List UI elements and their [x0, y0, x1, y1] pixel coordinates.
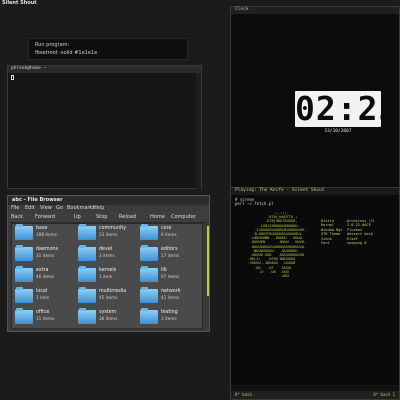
- folder-item[interactable]: testing 3 items: [140, 308, 200, 328]
- folder-item[interactable]: lib 97 items: [140, 266, 200, 286]
- folder-item[interactable]: editors 17 items: [140, 245, 200, 265]
- computer-button[interactable]: Computer: [171, 214, 196, 220]
- folder-item[interactable]: core 6 items: [140, 224, 200, 244]
- menu-edit[interactable]: Edit: [25, 205, 35, 211]
- folder-grid: base 188 items community 23 items core 6 it…: [11, 223, 203, 329]
- folder-item[interactable]: local 1 item: [15, 287, 75, 307]
- toolbar: Back Forward Up Stop Reload Home Compute…: [8, 212, 209, 223]
- home-button[interactable]: Home: [150, 214, 165, 220]
- music-terminal-window[interactable]: Playing: The Knife - Silent Shout # scre…: [230, 187, 400, 400]
- terminal-scrollbar[interactable]: [196, 73, 201, 189]
- terminal-window[interactable]: phreak@home ~: [7, 65, 202, 189]
- menu-view[interactable]: View: [40, 205, 52, 211]
- system-info-text: Distro ArchLinux (Cl Kernel 2.6.22.8ACE …: [321, 219, 376, 246]
- scrollbar-accent[interactable]: [207, 226, 209, 296]
- back-button[interactable]: Back: [11, 214, 23, 220]
- folder-icon: [15, 287, 33, 303]
- status-left: 0* bash: [235, 392, 252, 397]
- folder-icon: [140, 266, 158, 282]
- file-browser-titlebar[interactable]: abc - File Browser: [8, 196, 209, 205]
- folder-icon: [140, 245, 158, 261]
- terminal-command-2: perl ~/.fetch.pl: [235, 201, 274, 206]
- clock-title: Clock: [235, 7, 249, 12]
- clock-window[interactable]: Clock 02:23 13/10/2007: [230, 6, 400, 189]
- folder-icon: [140, 308, 158, 324]
- terminal-titlebar[interactable]: phreak@home ~: [8, 66, 201, 73]
- folder-icon: [140, 287, 158, 303]
- folder-icon: [140, 224, 158, 240]
- folder-icon: [15, 224, 33, 240]
- folder-item[interactable]: office 11 items: [15, 308, 75, 328]
- run-dialog-label: Run program:: [35, 42, 70, 48]
- file-browser-window[interactable]: abc - File Browser File Edit View Go Boo…: [7, 195, 210, 332]
- menu-bar: File Edit View Go Bookmarks Help: [8, 205, 209, 212]
- clock-titlebar[interactable]: Clock: [231, 7, 399, 14]
- screen-status-bar: 0* bash 0* bash 1: [231, 391, 399, 399]
- folder-item[interactable]: system 36 items: [78, 308, 138, 328]
- menu-go[interactable]: Go: [56, 205, 63, 211]
- folder-item[interactable]: community 23 items: [78, 224, 138, 244]
- folder-icon: [78, 245, 96, 261]
- menu-bookmarks[interactable]: Bookmarks: [67, 205, 95, 211]
- music-titlebar[interactable]: Playing: The Knife - Silent Shout: [231, 188, 399, 195]
- terminal-title: phreak@home ~: [11, 66, 47, 71]
- folder-item[interactable]: kernels 1 item: [78, 266, 138, 286]
- clock-time: 02:23: [295, 89, 400, 128]
- desktop-title: Silent Shout: [2, 0, 37, 6]
- run-command-input[interactable]: fbsetroot -solid #1e1e1e: [35, 50, 97, 56]
- menu-file[interactable]: File: [11, 205, 19, 211]
- menu-help[interactable]: Help: [93, 205, 104, 211]
- folder-icon: [78, 308, 96, 324]
- folder-item[interactable]: base 188 items: [15, 224, 75, 244]
- folder-item[interactable]: multimedia 45 items: [78, 287, 138, 307]
- folder-icon: [15, 266, 33, 282]
- folder-icon: [15, 245, 33, 261]
- file-browser-title: abc - File Browser: [12, 197, 63, 203]
- folder-item[interactable]: daemons 31 items: [15, 245, 75, 265]
- clock-face: 02:23: [295, 89, 400, 128]
- folder-icon: [78, 287, 96, 303]
- terminal-cursor: [11, 75, 14, 80]
- clock-date: 13/10/2007: [324, 129, 352, 134]
- music-title: Playing: The Knife - Silent Shout: [235, 188, 325, 193]
- folder-icon: [15, 308, 33, 324]
- forward-button[interactable]: Forward: [35, 214, 55, 220]
- folder-item[interactable]: devel 3 items: [78, 245, 138, 265]
- up-button[interactable]: Up: [74, 214, 81, 220]
- folder-icon: [78, 224, 96, 240]
- folder-item[interactable]: network 41 items: [140, 287, 200, 307]
- folder-icon: [78, 266, 96, 282]
- status-right: 0* bash 1: [373, 392, 395, 397]
- ascii-art-logo: .;,;;;. .8T8jjoUUTTU.; .UT8jUUUT8UUU8, .…: [247, 211, 309, 279]
- folder-item[interactable]: extra 46 items: [15, 266, 75, 286]
- run-dialog[interactable]: Run program: fbsetroot -solid #1e1e1e: [28, 38, 188, 60]
- reload-button[interactable]: Reload: [119, 214, 136, 220]
- stop-button[interactable]: Stop: [96, 214, 107, 220]
